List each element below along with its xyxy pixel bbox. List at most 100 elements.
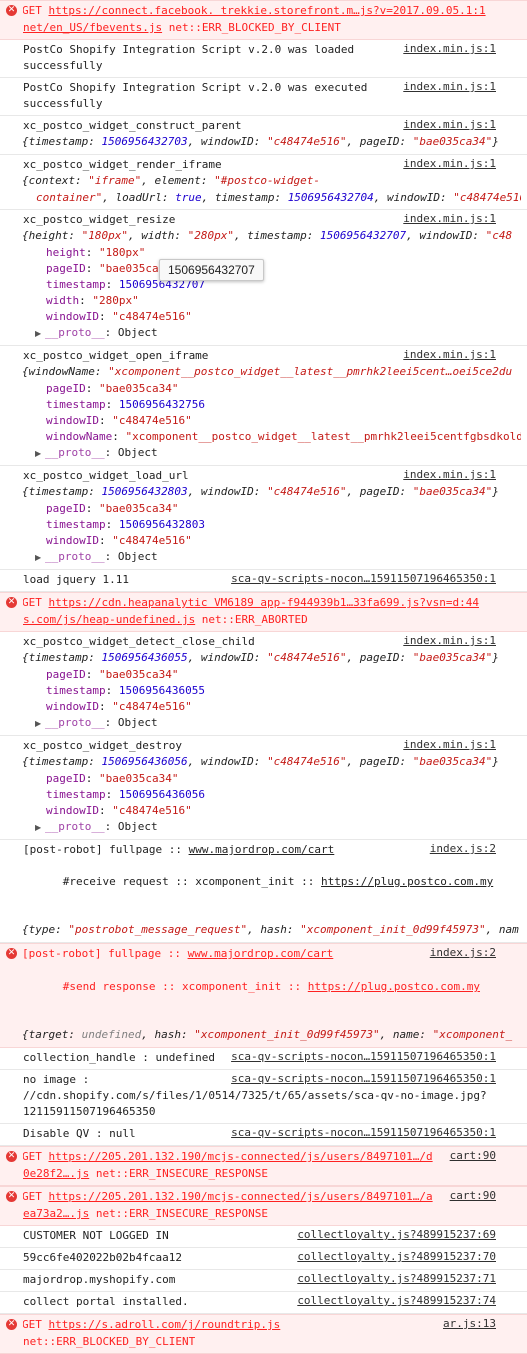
console-error-entry: ✕ ▶GET https://connect.facebook. trekkie… bbox=[0, 0, 527, 40]
error-message: net::ERR_INSECURE_RESPONSE bbox=[89, 1167, 269, 1180]
request-url-link[interactable]: https://s.adroll.com/j/roundtrip.js bbox=[49, 1318, 281, 1331]
console-log-entry: xc_postco_widget_destroy index.min.js:1 … bbox=[0, 736, 527, 840]
value-tooltip: 1506956432707 bbox=[159, 259, 264, 281]
console-error-entry: ✕ ▶[post-robot] fullpage :: www.majordro… bbox=[0, 943, 527, 1048]
console-log-entry: PostCo Shopify Integration Script v.2.0 … bbox=[0, 40, 527, 78]
console-log-entry: CUSTOMER NOT LOGGED IN collectloyalty.js… bbox=[0, 1226, 527, 1248]
request-url-link[interactable]: 0e28f2….js bbox=[23, 1167, 89, 1180]
source-link[interactable]: index.min.js:1 bbox=[399, 42, 496, 55]
error-message: net::ERR_ABORTED bbox=[195, 613, 308, 626]
console-log-entry: xc_postco_widget_load_url index.min.js:1… bbox=[0, 466, 527, 570]
log-message: //cdn.shopify.com/s/files/1/0514/7325/t/… bbox=[23, 1089, 487, 1102]
object-property: timestamp: 1506956436056 bbox=[46, 788, 205, 801]
proto-property[interactable]: ▶ __proto__: Object bbox=[23, 715, 521, 732]
request-method: GET bbox=[23, 4, 49, 17]
source-link[interactable]: sca-qv-scripts-nocon…15911507196465350:1 bbox=[227, 1072, 496, 1085]
request-url-link[interactable]: https://205.201.132.190/mcjs-connected/j… bbox=[49, 1190, 433, 1203]
source-link[interactable]: index.min.js:1 bbox=[399, 80, 496, 93]
source-link[interactable]: index.js:2 bbox=[425, 946, 496, 959]
proto-property[interactable]: ▶ __proto__: Object bbox=[23, 445, 521, 462]
error-icon: ✕ bbox=[6, 1191, 17, 1202]
object-property: pageID: "bae035ca34" bbox=[46, 382, 179, 395]
console-log: ✕ ▶ GET https://connect.facebook. trekkie… bbox=[0, 0, 527, 1354]
request-url-link[interactable]: https://connect.facebook. trekkie.storef… bbox=[49, 4, 486, 17]
log-message: PostCo Shopify Integration Script v.2.0 … bbox=[23, 43, 355, 72]
postco-url-link[interactable]: https://plug.postco.com.my bbox=[308, 980, 480, 993]
source-link[interactable]: collectloyalty.js?489915237:69 bbox=[293, 1228, 496, 1241]
object-property: windowID: "c48474e516" bbox=[46, 414, 192, 427]
object-property: pageID: "bae035ca34" bbox=[46, 772, 179, 785]
object-preview[interactable]: ▼{timestamp: 1506956436055, windowID: "c… bbox=[23, 650, 521, 667]
request-url-link[interactable]: s.com/js/heap-undefined.js bbox=[23, 613, 195, 626]
object-preview[interactable]: ▼{height: "180px", width: "280px", times… bbox=[23, 228, 521, 245]
request-url-link[interactable]: ea73a2….js bbox=[23, 1207, 89, 1220]
log-message: #receive request :: xcomponent_init :: bbox=[62, 875, 322, 888]
console-log-entry: PostCo Shopify Integration Script v.2.0 … bbox=[0, 78, 527, 116]
error-icon: ✕ bbox=[6, 948, 17, 959]
request-url-link[interactable]: https://205.201.132.190/mcjs-connected/j… bbox=[49, 1150, 433, 1163]
page-url-link[interactable]: www.majordrop.com/cart bbox=[189, 843, 335, 856]
proto-property[interactable]: ▶ __proto__: Object bbox=[23, 325, 521, 342]
console-log-entry: Disable QV : null sca-qv-scripts-nocon…1… bbox=[0, 1124, 527, 1146]
source-link[interactable]: index.js:2 bbox=[426, 842, 496, 855]
expand-arrow-icon[interactable]: ▶ bbox=[35, 820, 45, 836]
expand-arrow-icon[interactable]: ▶ bbox=[35, 550, 45, 566]
console-error-entry: ✕ ▶GET https://205.201.132.190/mcjs-conn… bbox=[0, 1186, 527, 1226]
source-link[interactable]: collectloyalty.js?489915237:70 bbox=[293, 1250, 496, 1263]
request-url-link[interactable]: net/en_US/fbevents.js bbox=[23, 21, 162, 34]
object-preview[interactable]: ▼{timestamp: 1506956436056, windowID: "c… bbox=[23, 754, 521, 771]
source-link[interactable]: index.min.js:1 bbox=[399, 634, 496, 647]
source-link[interactable]: index.min.js:1 bbox=[399, 212, 496, 225]
object-property: windowID: "c48474e516" bbox=[46, 310, 192, 323]
source-link[interactable]: index.min.js:1 bbox=[399, 348, 496, 361]
source-link[interactable]: index.min.js:1 bbox=[399, 468, 496, 481]
console-error-entry: ✕ ▶GET https://205.201.132.190/mcjs-conn… bbox=[0, 1146, 527, 1186]
error-icon: ✕ bbox=[6, 1151, 17, 1162]
object-property: width: "280px" bbox=[46, 294, 139, 307]
error-icon: ✕ bbox=[6, 5, 17, 16]
console-log-entry: 59cc6fe402022b02b4fcaa12 collectloyalty.… bbox=[0, 1248, 527, 1270]
source-link[interactable]: index.min.js:1 bbox=[399, 157, 496, 170]
object-preview[interactable]: ▶{type: "postrobot_message_request", has… bbox=[23, 922, 521, 939]
log-message: #send response :: xcomponent_init :: bbox=[62, 980, 308, 993]
expand-arrow-icon[interactable]: ▶ bbox=[35, 716, 45, 732]
proto-property[interactable]: ▶ __proto__: Object bbox=[23, 549, 521, 566]
source-link[interactable]: sca-qv-scripts-nocon…15911507196465350:1 bbox=[227, 1050, 496, 1063]
source-link[interactable]: index.min.js:1 bbox=[399, 118, 496, 131]
expand-arrow-icon[interactable]: ▶ bbox=[35, 326, 45, 342]
request-url-link[interactable]: https://cdn.heapanalytic VM6189 app-f944… bbox=[49, 596, 479, 609]
source-link[interactable]: collectloyalty.js?489915237:74 bbox=[293, 1294, 496, 1307]
object-property: windowID: "c48474e516" bbox=[46, 534, 192, 547]
console-error-entry: ✕ ▶GET https://cdn.heapanalytic VM6189 a… bbox=[0, 592, 527, 632]
console-log-entry: collection_handle : undefined sca-qv-scr… bbox=[0, 1048, 527, 1070]
object-property: windowID: "c48474e516" bbox=[46, 804, 192, 817]
object-property: timestamp: 1506956432756 bbox=[46, 398, 205, 411]
console-log-entry: xc_postco_widget_open_iframe index.min.j… bbox=[0, 346, 527, 466]
error-message: net::ERR_INSECURE_RESPONSE bbox=[89, 1207, 269, 1220]
log-message: [post-robot] fullpage :: bbox=[23, 947, 188, 960]
object-preview[interactable]: ▶{timestamp: 1506956432703, windowID: "c… bbox=[23, 134, 521, 151]
log-message: [post-robot] fullpage :: bbox=[23, 843, 189, 856]
source-link[interactable]: collectloyalty.js?489915237:71 bbox=[293, 1272, 496, 1285]
source-link[interactable]: index.min.js:1 bbox=[399, 738, 496, 751]
object-preview[interactable]: ▼{windowName: "xcomponent__postco_widget… bbox=[23, 364, 521, 381]
console-log-entry: xc_postco_widget_detect_close_child inde… bbox=[0, 632, 527, 736]
source-link[interactable]: cart:90 bbox=[445, 1149, 496, 1162]
source-link[interactable]: sca-qv-scripts-nocon…15911507196465350:1 bbox=[227, 572, 496, 585]
postco-url-link[interactable]: https://plug.postco.com.my bbox=[321, 875, 493, 888]
source-link[interactable]: cart:90 bbox=[445, 1189, 496, 1202]
console-error-entry: ✕ ▶GET https://s.adroll.com/j/roundtrip.… bbox=[0, 1314, 527, 1354]
error-message: net::ERR_BLOCKED_BY_CLIENT bbox=[23, 1335, 196, 1348]
source-link[interactable]: ar.js:13 bbox=[439, 1317, 496, 1330]
console-log-entry: [post-robot] fullpage :: www.majordrop.c… bbox=[0, 840, 527, 943]
expand-arrow-icon[interactable]: ▶ bbox=[35, 446, 45, 462]
error-icon: ✕ bbox=[6, 1319, 17, 1330]
proto-property[interactable]: ▶ __proto__: Object bbox=[23, 819, 521, 836]
object-preview[interactable]: ▶{target: undefined, hash: "xcomponent_i… bbox=[23, 1027, 521, 1044]
object-preview[interactable]: ▶{context: "iframe", element: "#postco-w… bbox=[23, 173, 521, 190]
error-message: net::ERR_BLOCKED_BY_CLIENT bbox=[162, 21, 341, 34]
object-preview[interactable]: ▼{timestamp: 1506956432803, windowID: "c… bbox=[23, 484, 521, 501]
object-property: pageID: "bae035ca34" bbox=[46, 262, 179, 275]
page-url-link[interactable]: www.majordrop.com/cart bbox=[188, 947, 334, 960]
source-link[interactable]: sca-qv-scripts-nocon…15911507196465350:1 bbox=[227, 1126, 496, 1139]
